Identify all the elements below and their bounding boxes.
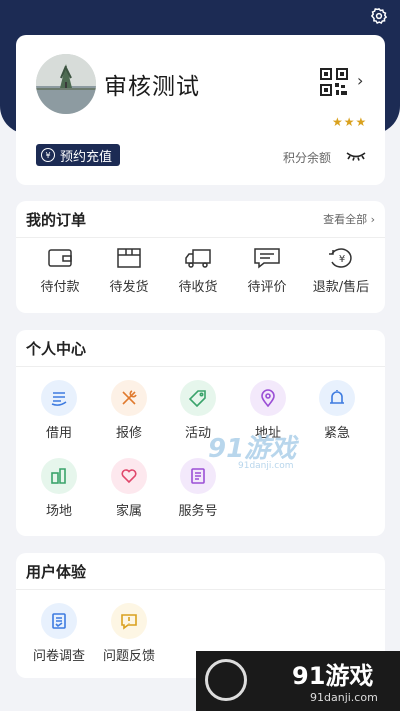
yen-icon: ¥ <box>41 148 55 162</box>
grid-label: 报修 <box>115 426 142 441</box>
box-icon <box>117 248 141 268</box>
grid-item-family[interactable]: 家属 <box>98 458 160 519</box>
venue-icon <box>41 458 77 494</box>
refund-icon: ¥ <box>329 248 352 268</box>
truck-icon <box>185 249 211 268</box>
order-pending-review[interactable]: 待评价 <box>232 246 302 295</box>
eye-closed-icon[interactable] <box>346 151 366 161</box>
feedback-icon <box>111 603 147 639</box>
watermark-center: 91游戏 91danji.com <box>208 428 296 471</box>
heart-icon <box>111 458 147 494</box>
points-balance-label: 积分余额 <box>283 151 332 165</box>
order-label: 待评价 <box>247 280 287 295</box>
grid-item-venue[interactable]: 场地 <box>28 458 90 519</box>
divider <box>16 366 385 367</box>
orders-card: 我的订单 查看全部 › 待付款 待发货 待收货 待评价 ¥ 退款/售后 <box>16 201 385 313</box>
order-label: 待发货 <box>109 280 149 295</box>
watermark-ring <box>205 659 247 701</box>
watermark-corner-logo: 91游戏 <box>292 662 374 690</box>
level-stars: ★★★ <box>332 115 368 129</box>
order-pending-shipment[interactable]: 待发货 <box>94 246 164 295</box>
view-all-link[interactable]: 查看全部 › <box>323 211 375 227</box>
username: 审核测试 <box>104 74 200 100</box>
grid-item-repair[interactable]: 报修 <box>98 380 160 441</box>
watermark-center-site: 91danji.com <box>238 461 294 471</box>
order-label: 待收货 <box>178 280 218 295</box>
grid-item-emergency[interactable]: 紧急 <box>306 380 368 441</box>
svg-text:¥: ¥ <box>339 254 345 265</box>
order-refund[interactable]: ¥ 退款/售后 <box>301 246 381 295</box>
watermark-corner: 91游戏 91danji.com <box>0 651 400 711</box>
tag-icon <box>180 380 216 416</box>
repair-icon <box>111 380 147 416</box>
order-pending-payment[interactable]: 待付款 <box>25 246 95 295</box>
view-all-label: 查看全部 <box>323 213 368 226</box>
divider <box>16 589 385 590</box>
user-experience-title: 用户体验 <box>26 563 87 581</box>
alarm-icon <box>319 380 355 416</box>
divider <box>16 237 385 238</box>
grid-label: 服务号 <box>178 504 218 519</box>
order-label: 待付款 <box>40 280 80 295</box>
watermark-corner-site: 91danji.com <box>310 691 378 704</box>
recharge-label: 预约充值 <box>60 149 113 165</box>
grid-label: 场地 <box>45 504 72 519</box>
profile-card: 审核测试 › ★★★ ¥ 预约充值 积分余额 <box>16 35 385 185</box>
grid-label: 紧急 <box>323 426 350 441</box>
recharge-button[interactable]: ¥ 预约充值 <box>36 144 121 166</box>
orders-title: 我的订单 <box>26 211 87 229</box>
grid-label: 借用 <box>45 426 72 441</box>
gear-icon[interactable] <box>370 7 388 25</box>
wallet-icon <box>48 249 72 267</box>
chevron-right-icon[interactable]: › <box>357 71 363 90</box>
order-label: 退款/售后 <box>312 280 370 295</box>
avatar[interactable] <box>36 54 96 114</box>
grid-label: 家属 <box>115 504 142 519</box>
order-pending-receipt[interactable]: 待收货 <box>163 246 233 295</box>
survey-icon <box>41 603 77 639</box>
personal-center-title: 个人中心 <box>26 340 87 358</box>
watermark-center-logo: 91游戏 <box>208 434 297 464</box>
qr-code-icon[interactable] <box>320 68 348 96</box>
chevron-right-icon: › <box>370 213 375 226</box>
comment-icon <box>254 248 280 269</box>
borrow-icon <box>41 380 77 416</box>
location-icon <box>250 380 286 416</box>
grid-item-borrow[interactable]: 借用 <box>28 380 90 441</box>
personal-center-card: 个人中心 借用 报修 活动 地址 紧急 场地 家属 服务号 <box>16 330 385 536</box>
